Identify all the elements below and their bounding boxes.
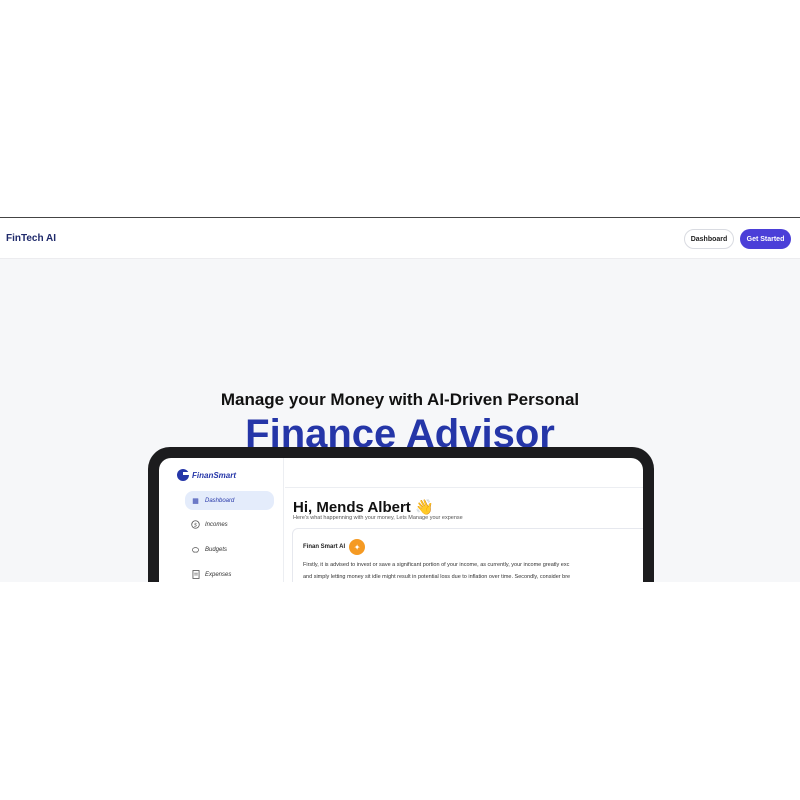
app-logo: FinanSmart xyxy=(177,469,236,481)
piggy-bank-icon xyxy=(191,545,200,554)
sidebar-item-label: Dashboard xyxy=(205,497,235,504)
app-screen-preview: FinanSmart ▦ Dashboard $ Incomes Budgets… xyxy=(159,458,643,582)
greeting-subtext: Here's what happenning with your money, … xyxy=(293,515,463,521)
receipt-icon xyxy=(191,570,200,579)
browser-viewport: FinTech AI Dashboard Get Started Manage … xyxy=(0,217,800,582)
dollar-icon: $ xyxy=(191,520,200,529)
app-sidebar: FinanSmart ▦ Dashboard $ Incomes Budgets… xyxy=(159,458,284,582)
ai-advice-card: Finan Smart AI ✦ Firstly, it is advised … xyxy=(292,528,643,582)
sidebar-item-expenses[interactable]: Expenses xyxy=(185,565,274,582)
hero-subtitle: Manage your Money with AI-Driven Persona… xyxy=(220,390,580,409)
sparkle-icon: ✦ xyxy=(349,539,366,555)
sidebar-item-incomes[interactable]: $ Incomes xyxy=(185,515,274,534)
ai-advice-header: Finan Smart AI ✦ xyxy=(303,539,366,555)
sidebar-item-label: Expenses xyxy=(205,571,232,578)
sidebar-item-budgets[interactable]: Budgets xyxy=(185,540,274,559)
sidebar-item-dashboard[interactable]: ▦ Dashboard xyxy=(185,491,274,510)
tablet-mockup: FinanSmart ▦ Dashboard $ Incomes Budgets… xyxy=(148,447,654,582)
ai-advice-text-line: Firstly, it is advised to invest or save… xyxy=(303,562,570,568)
app-topbar xyxy=(285,458,643,488)
top-navbar: FinTech AI Dashboard Get Started xyxy=(0,218,800,259)
get-started-button[interactable]: Get Started xyxy=(740,229,791,249)
sidebar-item-label: Budgets xyxy=(205,546,228,553)
dashboard-button[interactable]: Dashboard xyxy=(684,229,734,249)
grid-icon: ▦ xyxy=(192,497,199,505)
ai-advice-text-line: and simply letting money sit idle might … xyxy=(303,574,571,580)
finansmart-logo-icon xyxy=(177,469,189,481)
app-logo-text: FinanSmart xyxy=(192,470,237,480)
svg-text:$: $ xyxy=(194,522,198,528)
brand-logo[interactable]: FinTech AI xyxy=(6,233,56,244)
sidebar-item-label: Incomes xyxy=(205,521,228,528)
ai-advice-title: Finan Smart AI xyxy=(303,544,346,550)
greeting-heading: Hi, Mends Albert 👋 xyxy=(293,499,434,516)
